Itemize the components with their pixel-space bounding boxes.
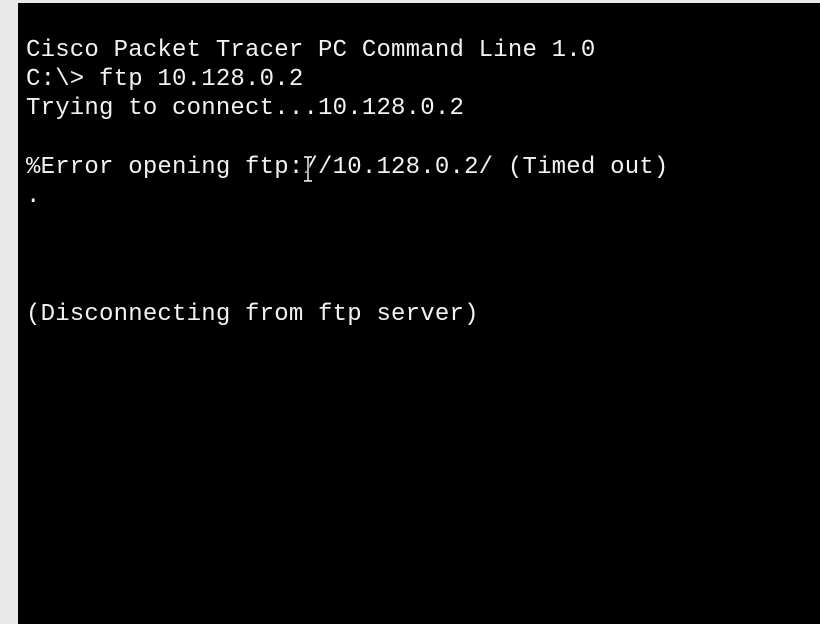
text-ibeam-cursor-icon [304,156,312,182]
terminal-line-trying: Trying to connect...10.128.0.2 [26,95,465,122]
terminal-line-error: %Error opening ftp://10.128.0.2/ (Timed … [26,154,669,181]
terminal-line-disconnect: (Disconnecting from ftp server) [26,301,479,328]
window-left-border [0,0,18,624]
terminal-line-banner: Cisco Packet Tracer PC Command Line 1.0 [26,37,596,64]
terminal-line-command: C:\> ftp 10.128.0.2 [26,66,304,93]
command-prompt-window: Cisco Packet Tracer PC Command Line 1.0 … [0,0,820,624]
terminal-output-area[interactable]: Cisco Packet Tracer PC Command Line 1.0 … [18,3,820,624]
terminal-line-dot: . [26,183,41,210]
